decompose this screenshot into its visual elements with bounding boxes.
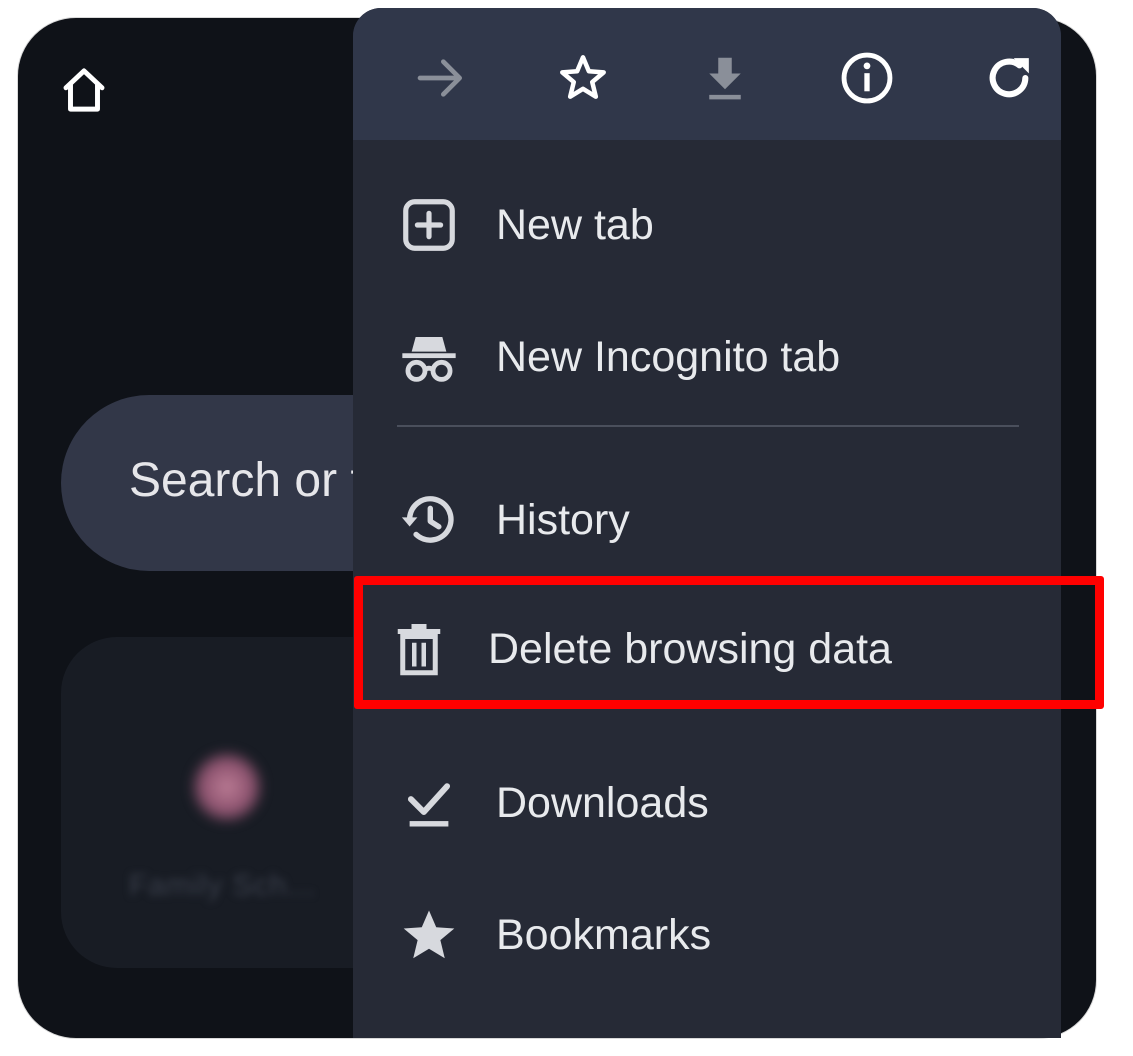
- menu-item-bookmarks[interactable]: Bookmarks: [353, 880, 1061, 990]
- info-icon: [841, 52, 893, 104]
- trash-icon: [387, 617, 451, 681]
- overflow-menu: New tab New Incognito tab History Delete…: [353, 8, 1061, 1038]
- menu-item-label: History: [496, 495, 630, 544]
- shortcut-favicon[interactable]: [189, 749, 265, 825]
- home-icon: [63, 68, 105, 112]
- menu-item-history[interactable]: History: [353, 465, 1061, 575]
- menu-item-downloads[interactable]: Downloads: [353, 748, 1061, 858]
- page-info-button[interactable]: [831, 42, 903, 114]
- menu-item-label: Delete browsing data: [488, 624, 892, 673]
- bookmark-page-button[interactable]: [547, 42, 619, 114]
- shortcut-label[interactable]: Family Sch...: [129, 869, 315, 903]
- download-page-button[interactable]: [689, 42, 761, 114]
- menu-item-label: New Incognito tab: [496, 332, 841, 381]
- refresh-button[interactable]: [973, 42, 1045, 114]
- incognito-icon: [397, 325, 461, 389]
- menu-item-label: Bookmarks: [496, 910, 712, 959]
- downloads-check-icon: [397, 771, 461, 835]
- new-tab-icon: [397, 193, 461, 257]
- history-icon: [397, 488, 461, 552]
- search-placeholder: Search or t: [129, 454, 364, 507]
- star-filled-icon: [397, 903, 461, 967]
- arrow-forward-icon: [417, 59, 462, 97]
- menu-item-label: New tab: [496, 200, 654, 249]
- menu-toolbar: [353, 8, 1061, 140]
- refresh-icon: [989, 58, 1029, 98]
- download-icon: [709, 57, 741, 100]
- menu-item-new-incognito-tab[interactable]: New Incognito tab: [353, 302, 1061, 412]
- forward-button[interactable]: [405, 42, 477, 114]
- menu-divider: [397, 425, 1019, 427]
- menu-item-label: Downloads: [496, 778, 709, 827]
- star-outline-icon: [560, 55, 606, 99]
- home-button[interactable]: [54, 60, 114, 120]
- menu-item-new-tab[interactable]: New tab: [353, 170, 1061, 280]
- menu-item-delete-browsing-data[interactable]: Delete browsing data: [353, 594, 1061, 704]
